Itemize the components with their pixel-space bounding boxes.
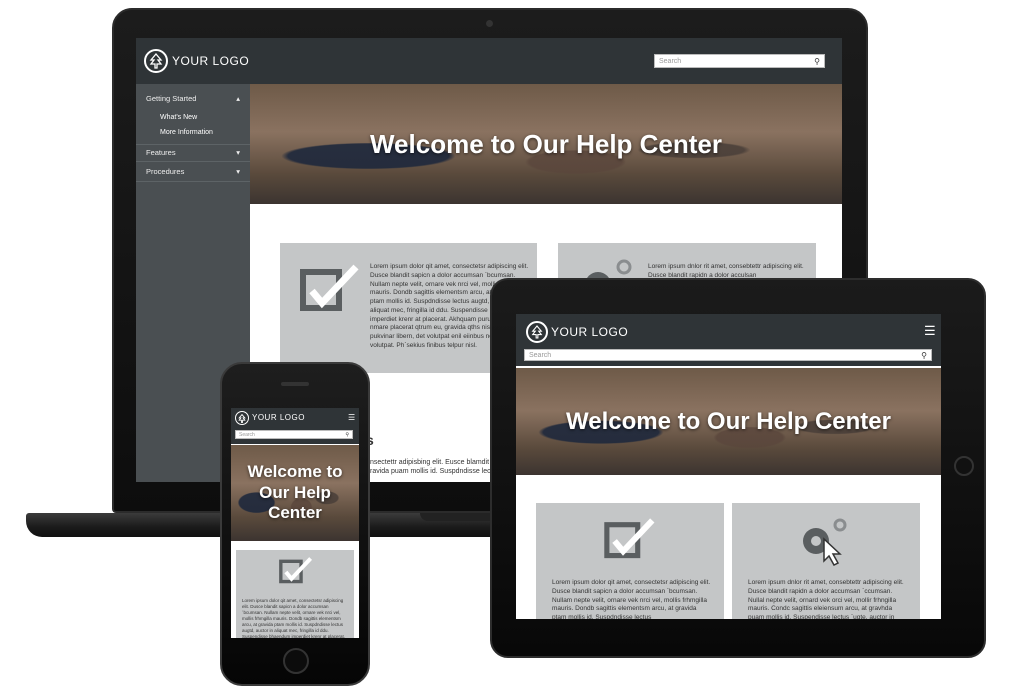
sidebar-item-features[interactable]: Features ▾ (136, 144, 250, 162)
search-placeholder: Search (239, 431, 255, 438)
chevron-down-icon: ▾ (236, 167, 240, 176)
checkbox-icon (604, 518, 655, 559)
card-text: Lorem ipsum dolor qit amet, consectetsr … (242, 598, 346, 638)
chevron-up-icon: ▴ (236, 94, 240, 103)
hero-title-line: Welcome to (247, 462, 343, 482)
sidebar-item-label: Getting Started (146, 94, 197, 103)
logo-text[interactable]: YOUR LOGO (551, 325, 628, 339)
logo-text[interactable]: YOUR LOGO (172, 54, 249, 68)
site-header: YOUR LOGO ☰ Search ⚲ (231, 408, 359, 444)
sidebar-item-getting-started[interactable]: Getting Started ▴ (136, 94, 250, 110)
search-input[interactable]: Search ⚲ (235, 430, 353, 439)
feature-card-1[interactable]: Lorem ipsum dolor qit amet, consectetsr … (236, 550, 354, 638)
hero-title-line: Our Help (259, 482, 331, 502)
search-input[interactable]: Search ⚲ (654, 54, 825, 68)
hero-title-line: Center (268, 503, 322, 523)
site-header: YOUR LOGO Search ⚲ (136, 38, 842, 84)
checkbox-icon (279, 557, 313, 584)
search-placeholder: Search (659, 57, 682, 65)
sidebar-subitem-whats-new[interactable]: What's New (160, 114, 197, 121)
hamburger-icon[interactable]: ☰ (348, 413, 355, 422)
gear-cursor-icon (803, 518, 847, 566)
site-header: YOUR LOGO ☰ Search ⚲ (516, 314, 941, 366)
phone-speaker (281, 382, 309, 386)
tree-icon (526, 321, 548, 343)
tree-icon (144, 49, 168, 73)
card-text: Lorem ipsum dolor qit amet, consectetsr … (552, 579, 711, 619)
feature-card-1[interactable]: Lorem ipsum dolor qit amet, consectetsr … (536, 503, 724, 619)
phone-home-button (283, 648, 309, 674)
search-icon[interactable]: ⚲ (345, 432, 349, 438)
section-text: nsectettr adipisbing elit. Eusce blamdit… (370, 459, 500, 476)
tree-icon (235, 411, 249, 425)
logo-text[interactable]: YOUR LOGO (252, 413, 305, 422)
search-icon[interactable]: ⚲ (921, 351, 927, 360)
hero-title: Welcome to Our Help Center (247, 462, 342, 523)
search-input[interactable]: Search ⚲ (524, 349, 932, 361)
feature-card-2[interactable]: Lorem ipsum dnlor rit amet, consebtettr … (732, 503, 920, 619)
sidebar-item-label: Procedures (146, 167, 185, 176)
hero-banner: Welcome to Our Help Center (231, 445, 359, 541)
sidebar-item-procedures[interactable]: Procedures ▾ (136, 164, 250, 182)
laptop-camera (486, 20, 493, 27)
hamburger-icon[interactable]: ☰ (924, 323, 936, 339)
tablet-home-button (954, 456, 974, 476)
hero-banner: Welcome to Our Help Center (516, 368, 941, 475)
hero-title: Welcome to Our Help Center (369, 128, 723, 159)
tablet-screen: YOUR LOGO ☰ Search ⚲ Welcome to Our Help… (516, 314, 941, 619)
phone-screen: YOUR LOGO ☰ Search ⚲ Welcome to Our Help… (231, 408, 359, 638)
checkbox-icon (300, 264, 359, 311)
hero-title: Welcome to Our Help Center (566, 407, 891, 435)
hero-banner: Welcome to Our Help Center (250, 84, 842, 204)
sidebar-item-label: Features (146, 148, 176, 157)
card-text: Lorem ipsum dnlor rit amet, consebtettr … (748, 579, 904, 619)
search-icon[interactable]: ⚲ (814, 57, 820, 66)
sidebar-subitem-more-information[interactable]: More Information (160, 129, 213, 136)
chevron-down-icon: ▾ (236, 148, 240, 157)
search-placeholder: Search (529, 351, 552, 359)
